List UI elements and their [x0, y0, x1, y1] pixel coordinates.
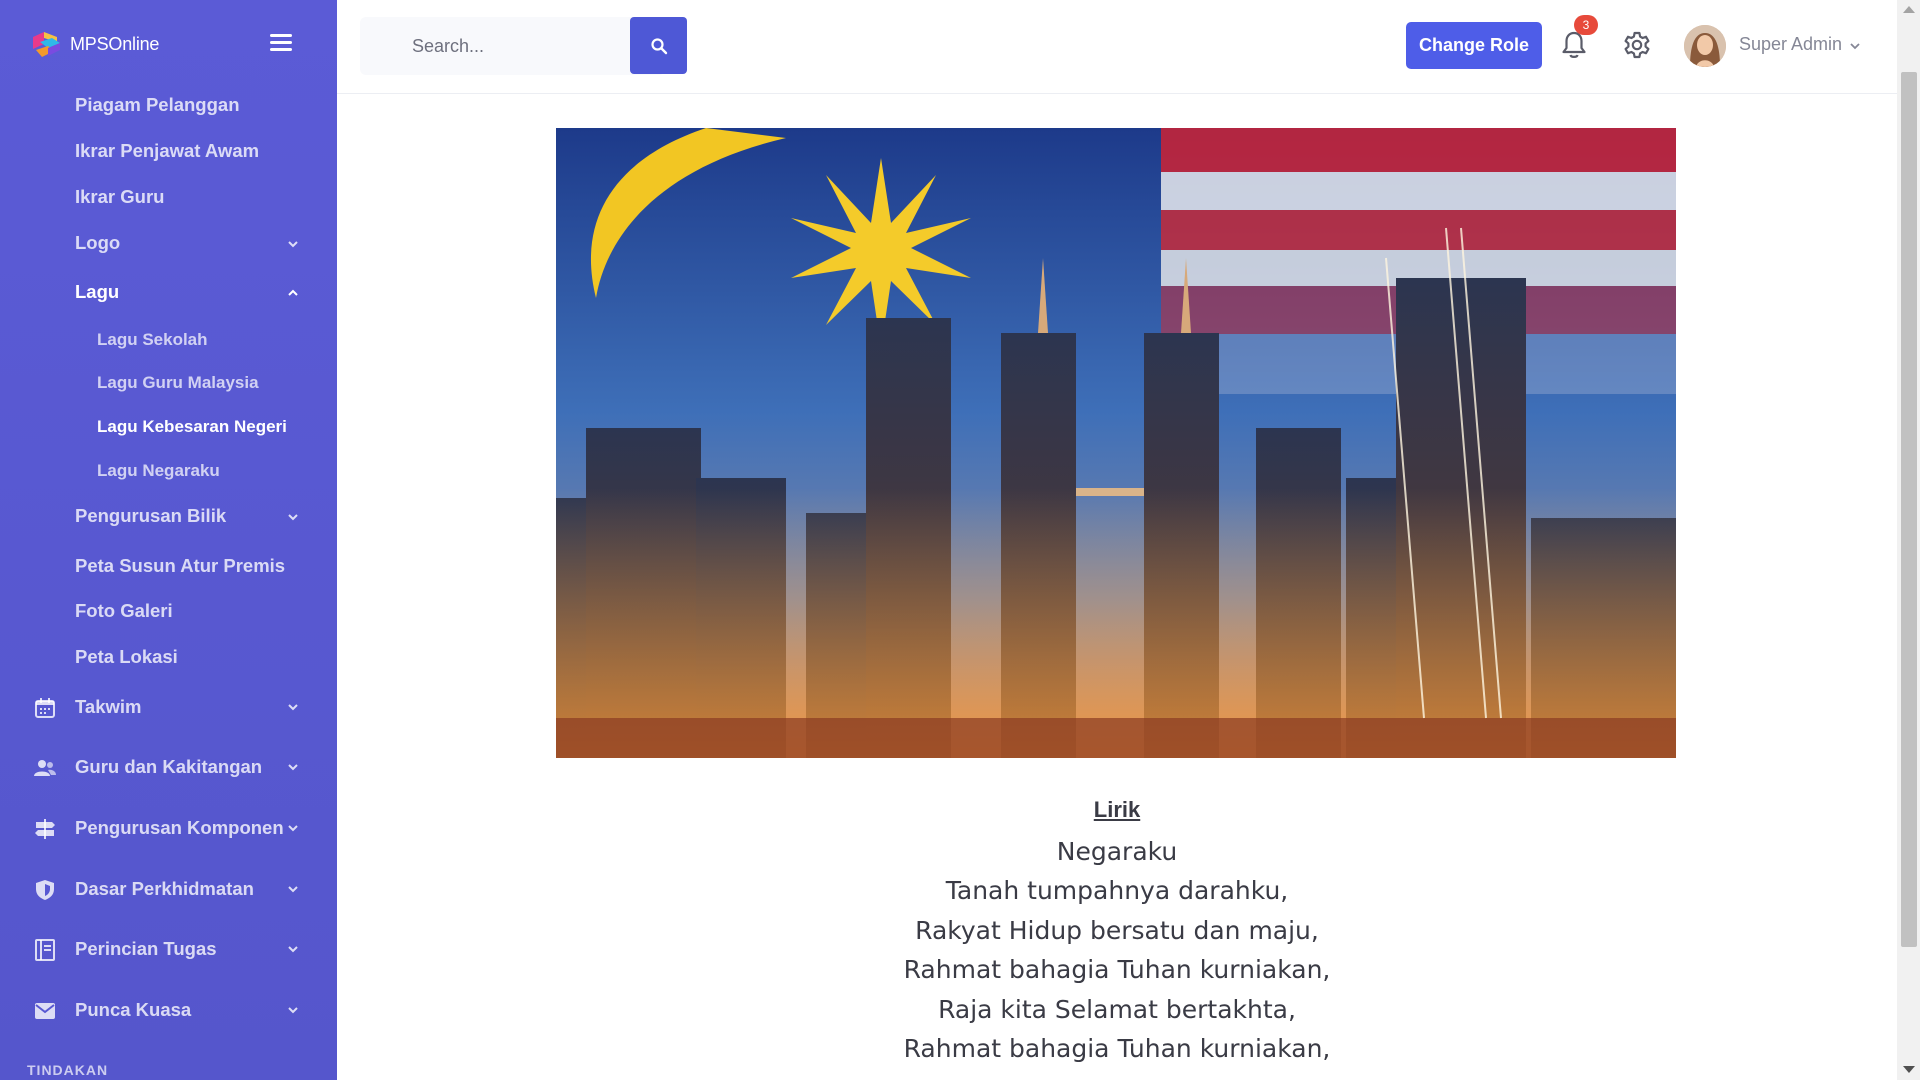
sidebar-item-lagu-negaraku[interactable]: Lagu Negaraku [97, 461, 220, 481]
sidebar-item-label: Punca Kuasa [75, 999, 192, 1020]
scroll-up-icon[interactable] [1903, 6, 1915, 13]
sidebar-item-logo[interactable]: Logo [75, 232, 120, 254]
lyric-line: Rahmat bahagia Tuhan kurniakan, [903, 1034, 1331, 1063]
chevron-down-icon [288, 704, 298, 711]
lyric-line: Rahmat bahagia Tuhan kurniakan, [903, 955, 1331, 984]
users-icon [34, 760, 56, 776]
scroll-down-icon[interactable] [1903, 1066, 1915, 1073]
sidebar-item-piagam-pelanggan[interactable]: Piagam Pelanggan [75, 94, 240, 116]
sidebar-item-peta-lokasi[interactable]: Peta Lokasi [75, 646, 178, 668]
sidebar-item-label: Perincian Tugas [75, 938, 217, 959]
book-icon [35, 939, 55, 961]
chevron-down-icon [288, 825, 298, 832]
topbar: Change Role 3 Super Admin [337, 0, 1897, 94]
sidebar-item-label: Guru dan Kakitangan [75, 756, 263, 777]
sidebar-item-foto-galeri[interactable]: Foto Galeri [75, 600, 173, 622]
search-icon [650, 37, 667, 54]
page-scrollbar[interactable] [1897, 0, 1920, 1080]
lyric-line: Negaraku [1056, 837, 1178, 866]
sidebar-section-heading: TINDAKAN [27, 1062, 109, 1078]
sidebar: MPSOnline Piagam Pelanggan Ikrar Penjawa… [0, 0, 337, 1080]
chevron-up-icon [288, 289, 298, 296]
gear-icon[interactable] [1622, 30, 1652, 60]
sidebar-item-pengurusan-komponen[interactable]: Pengurusan Komponen [0, 807, 337, 851]
lyrics-title: Lirik [1093, 797, 1141, 822]
sidebar-item-peta-susun-atur-premis[interactable]: Peta Susun Atur Premis [75, 555, 285, 577]
sidebar-item-lagu[interactable]: Lagu [75, 281, 119, 303]
sidebar-item-dasar-perkhidmatan[interactable]: Dasar Perkhidmatan [0, 868, 337, 912]
brand-logo-icon [30, 28, 62, 60]
chevron-down-icon [288, 764, 298, 771]
chevron-down-icon [288, 514, 298, 521]
main-content: Lirik Negaraku Tanah tumpahnya darahku, … [337, 95, 1897, 1080]
scrollbar-thumb[interactable] [1901, 72, 1917, 947]
change-role-button[interactable]: Change Role [1406, 22, 1542, 69]
sidebar-item-lagu-sekolah[interactable]: Lagu Sekolah [97, 330, 208, 350]
sidebar-item-takwim[interactable]: Takwim [0, 686, 337, 730]
chevron-down-icon [288, 1007, 298, 1014]
chevron-down-icon [288, 946, 298, 953]
sidebar-item-label: Pengurusan Komponen [75, 817, 284, 838]
sidebar-item-ikrar-penjawat-awam[interactable]: Ikrar Penjawat Awam [75, 140, 259, 162]
menu-toggle-icon[interactable] [270, 34, 292, 52]
sidebar-item-punca-kuasa[interactable]: Punca Kuasa [0, 989, 337, 1033]
lyric-line: Rakyat Hidup bersatu dan maju, [915, 916, 1319, 945]
chevron-down-icon [288, 886, 298, 893]
avatar-image [1684, 25, 1726, 67]
search-input[interactable] [360, 17, 605, 75]
user-name[interactable]: Super Admin [1739, 34, 1842, 55]
avatar[interactable] [1684, 25, 1726, 67]
chevron-down-icon[interactable] [1849, 40, 1861, 52]
envelope-icon [35, 1003, 55, 1019]
sidebar-item-lagu-guru-malaysia[interactable]: Lagu Guru Malaysia [97, 373, 259, 393]
sidebar-item-perincian-tugas[interactable]: Perincian Tugas [0, 928, 337, 972]
calendar-icon [35, 698, 55, 718]
chevron-down-icon [288, 241, 298, 248]
shield-icon [36, 880, 54, 900]
sidebar-item-label: Dasar Perkhidmatan [75, 878, 254, 899]
sidebar-item-ikrar-guru[interactable]: Ikrar Guru [75, 186, 164, 208]
hero-image-malaysia-flag-skyline [556, 128, 1676, 758]
search-button[interactable] [630, 17, 687, 74]
sidebar-item-guru-dan-kakitangan[interactable]: Guru dan Kakitangan [0, 746, 337, 790]
signpost-icon [35, 819, 55, 839]
notification-badge: 3 [1574, 15, 1598, 35]
sidebar-item-pengurusan-bilik[interactable]: Pengurusan Bilik [75, 505, 226, 527]
sidebar-item-lagu-kebesaran-negeri[interactable]: Lagu Kebesaran Negeri [97, 417, 287, 437]
lyric-line: Raja kita Selamat bertakhta, [938, 995, 1296, 1024]
search-bar [360, 17, 687, 75]
brand-name: MPSOnline [70, 33, 160, 54]
sidebar-item-label: Takwim [75, 696, 142, 717]
lyric-line: Tanah tumpahnya darahku, [945, 876, 1289, 905]
